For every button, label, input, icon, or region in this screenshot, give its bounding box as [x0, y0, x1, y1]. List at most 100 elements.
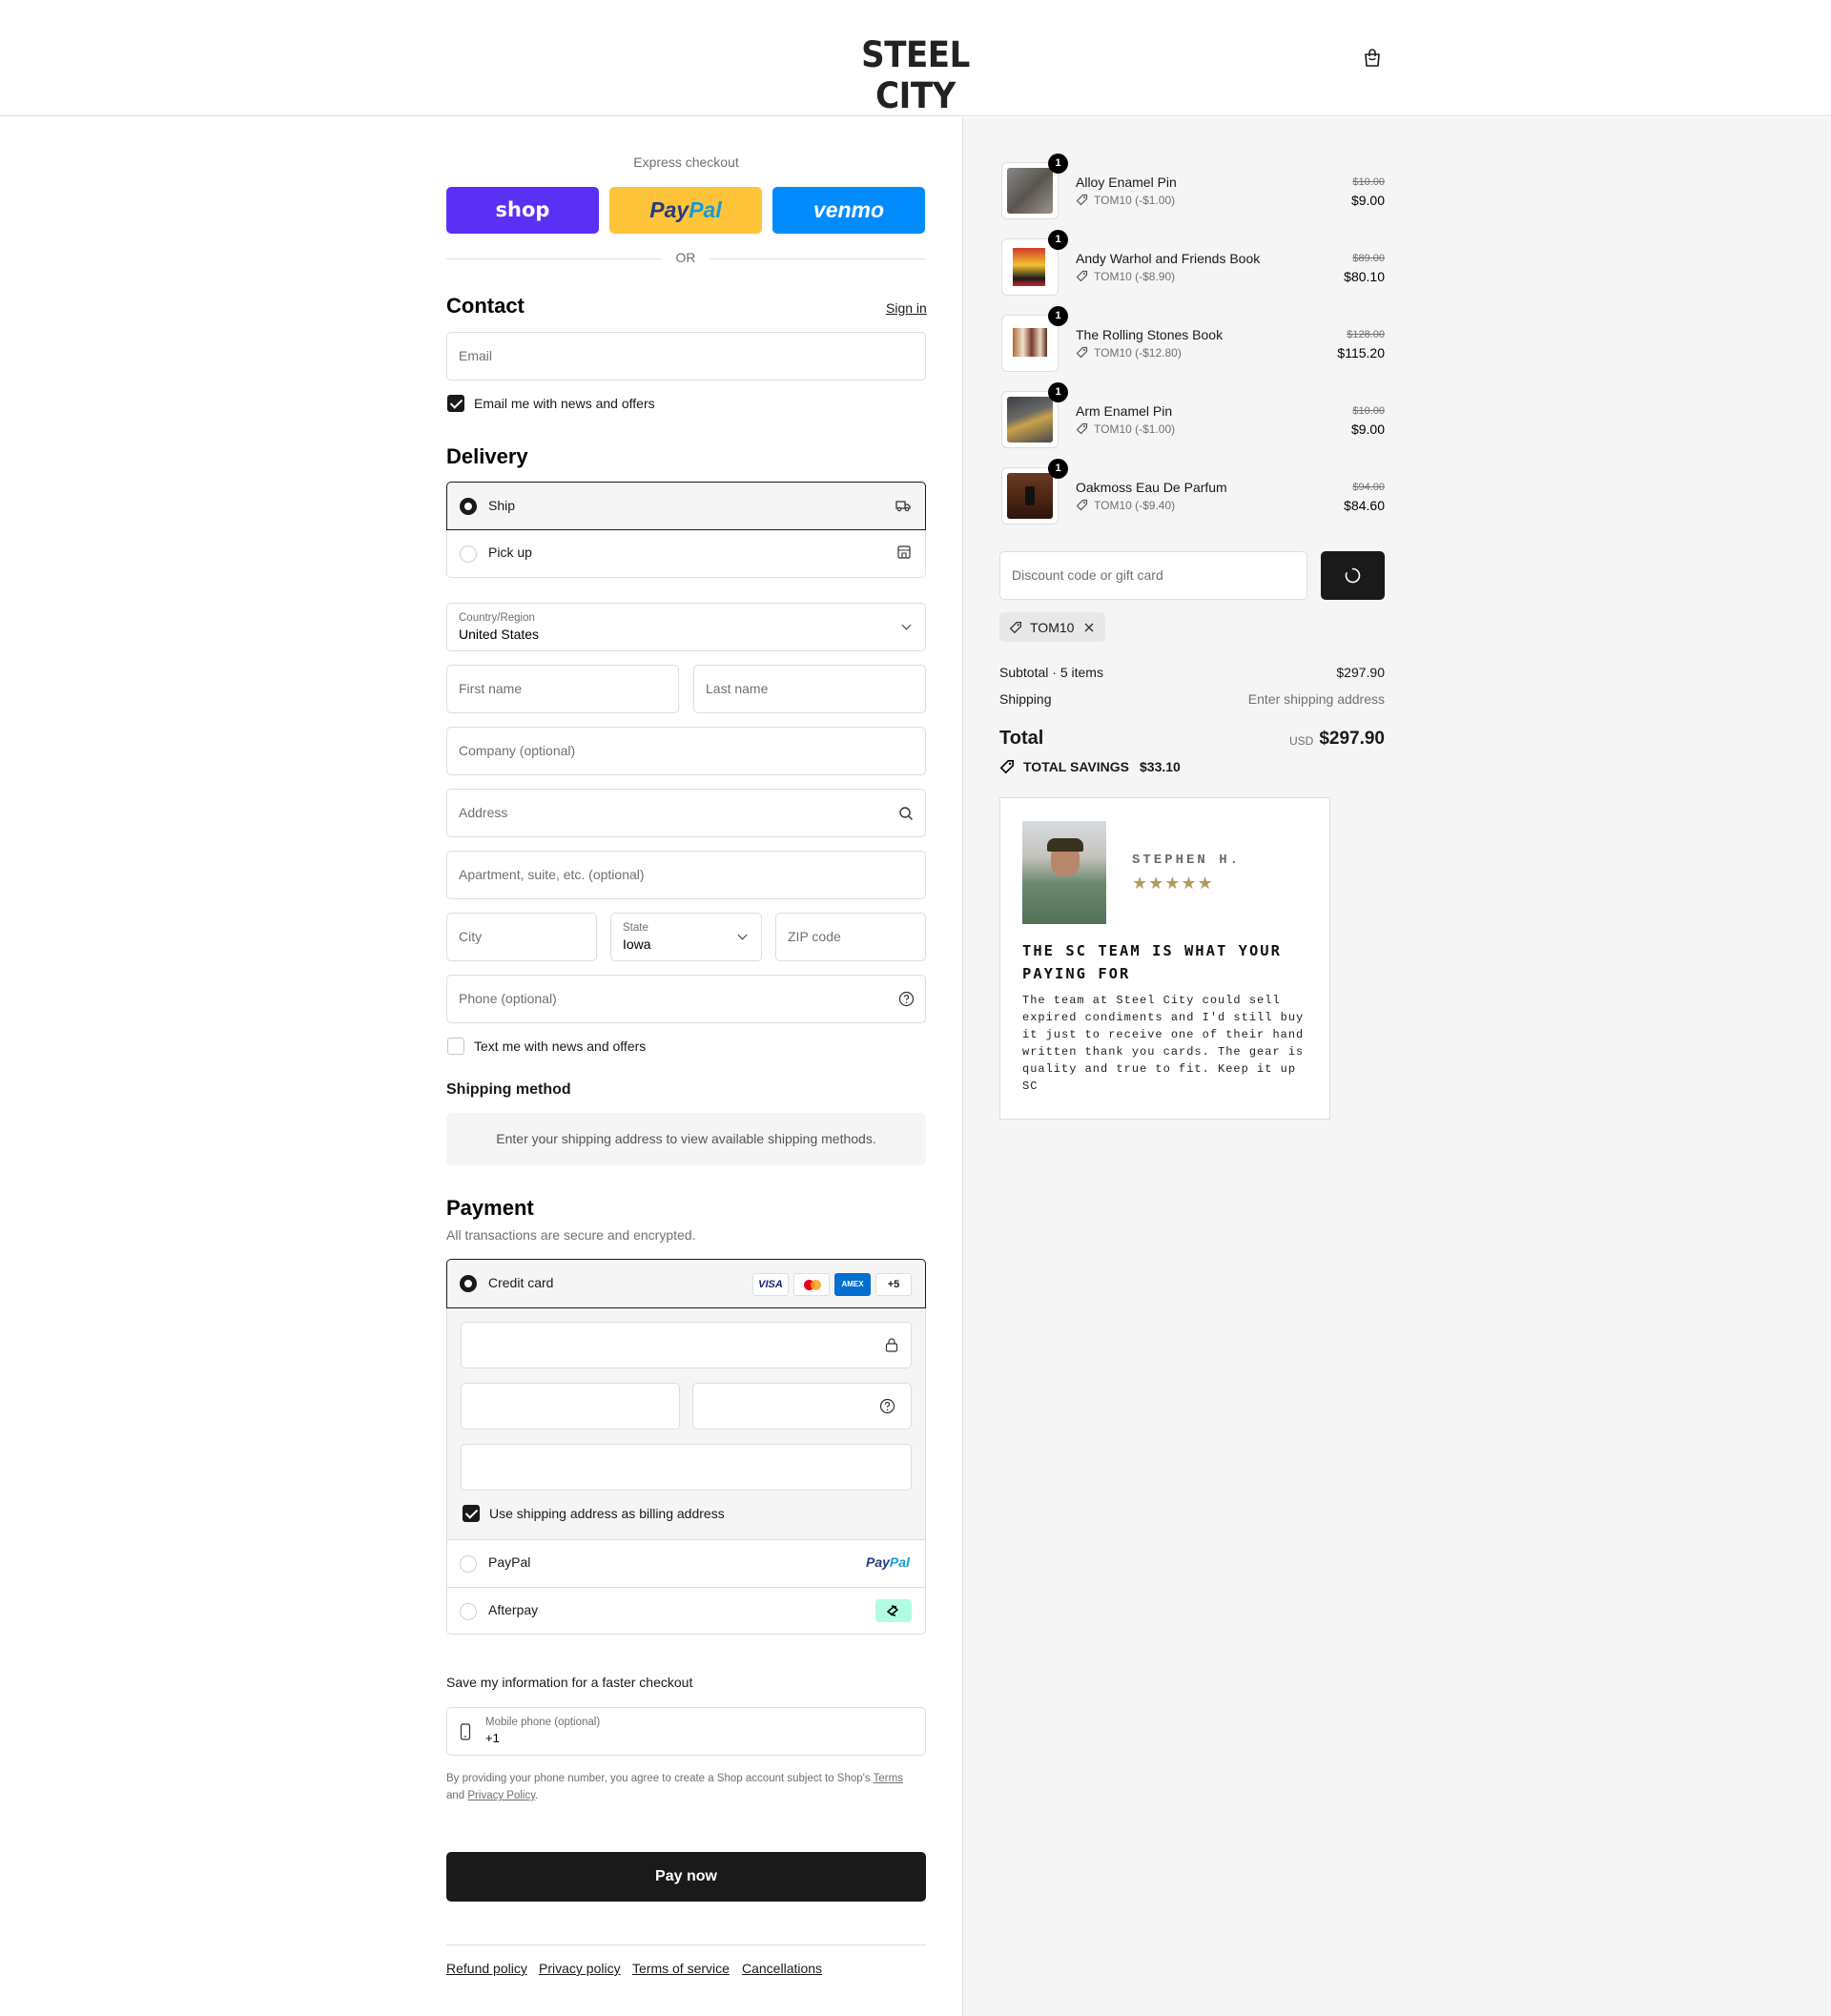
- product-thumbnail: 1: [1001, 230, 1068, 296]
- shipping-method-message: Enter your shipping address to view avai…: [446, 1113, 926, 1165]
- apartment-placeholder: Apartment, suite, etc. (optional): [459, 867, 645, 882]
- divider-right: [710, 258, 926, 259]
- apartment-input[interactable]: Apartment, suite, etc. (optional): [446, 851, 926, 899]
- state-value: Iowa: [623, 936, 651, 952]
- product-discount: TOM10 (-$1.00): [1094, 194, 1176, 207]
- store-logo[interactable]: STEEL CITY: [834, 34, 996, 116]
- afterpay-option[interactable]: Afterpay: [446, 1587, 926, 1635]
- state-select[interactable]: State Iowa: [610, 913, 762, 961]
- lock-icon: [885, 1338, 898, 1352]
- discount-tag-icon: [1076, 422, 1088, 435]
- terms-link[interactable]: Terms: [874, 1773, 903, 1784]
- close-icon[interactable]: [1083, 622, 1095, 633]
- applied-code-label: TOM10: [1030, 620, 1075, 635]
- express-checkout-title: Express checkout: [633, 154, 739, 170]
- expiration-input[interactable]: [461, 1383, 680, 1430]
- venmo-button[interactable]: venmo: [772, 187, 925, 234]
- afterpay-radio[interactable]: [460, 1603, 477, 1620]
- afterpay-icon: [875, 1599, 912, 1622]
- email-news-checkbox[interactable]: [447, 395, 464, 412]
- product-image: [1007, 473, 1053, 519]
- quantity-badge: 1: [1048, 306, 1068, 326]
- ship-option[interactable]: Ship: [446, 482, 926, 530]
- review-stars: ★★★★★: [1132, 874, 1214, 893]
- credit-card-option[interactable]: Credit card VISA AMEX +5: [446, 1259, 926, 1308]
- chevron-down-icon: [737, 930, 748, 940]
- total-value: $297.90: [1319, 729, 1385, 749]
- product-image: [1007, 244, 1053, 290]
- first-name-placeholder: First name: [459, 681, 523, 696]
- zip-input[interactable]: ZIP code: [775, 913, 926, 961]
- cancellations-link[interactable]: Cancellations: [742, 1961, 822, 1976]
- reviewer-name: STEPHEN H.: [1132, 853, 1242, 868]
- help-icon[interactable]: [898, 991, 915, 1007]
- company-input[interactable]: Company (optional): [446, 727, 926, 775]
- discount-tag-icon: [1009, 621, 1022, 634]
- paypal-radio[interactable]: [460, 1555, 477, 1573]
- payment-title: Payment: [446, 1196, 534, 1220]
- mobile-phone-input[interactable]: Mobile phone (optional) +1: [446, 1707, 926, 1756]
- mobile-phone-icon: [460, 1723, 471, 1740]
- discounted-price: $84.60: [1344, 498, 1385, 513]
- savings-tag-icon: [999, 760, 1014, 774]
- first-name-input[interactable]: First name: [446, 665, 679, 713]
- product-image: [1007, 397, 1053, 442]
- card-number-input[interactable]: [461, 1322, 912, 1368]
- sign-in-link[interactable]: Sign in: [886, 300, 927, 316]
- name-on-card-input[interactable]: [461, 1444, 912, 1491]
- chevron-down-icon: [901, 620, 912, 630]
- shop-pay-button[interactable]: shop: [446, 187, 599, 234]
- amex-icon: AMEX: [834, 1273, 871, 1296]
- total-savings-value: $33.10: [1140, 759, 1181, 774]
- visa-label: VISA: [758, 1279, 783, 1290]
- phone-input[interactable]: Phone (optional): [446, 975, 926, 1023]
- country-label: Country/Region: [459, 612, 535, 624]
- product-image: [1007, 320, 1053, 366]
- afterpay-label: Afterpay: [488, 1602, 539, 1617]
- discount-tag-icon: [1076, 270, 1088, 282]
- privacy-policy-link[interactable]: Privacy Policy: [467, 1790, 535, 1801]
- subtotal-value: $297.90: [1336, 665, 1385, 680]
- or-divider: OR: [675, 250, 696, 265]
- zip-placeholder: ZIP code: [788, 929, 841, 944]
- pickup-option[interactable]: Pick up: [446, 530, 926, 578]
- ship-radio[interactable]: [460, 498, 477, 515]
- terms-of-service-link[interactable]: Terms of service: [632, 1961, 730, 1976]
- discount-tag-icon: [1076, 499, 1088, 511]
- mobile-phone-label: Mobile phone (optional): [485, 1717, 601, 1728]
- text-news-checkbox[interactable]: [447, 1038, 464, 1055]
- security-code-input[interactable]: [692, 1383, 912, 1430]
- quantity-badge: 1: [1048, 459, 1068, 479]
- mobile-phone-value: +1: [485, 1731, 500, 1745]
- address-input[interactable]: Address: [446, 789, 926, 837]
- shipping-label: Shipping: [999, 691, 1052, 707]
- phone-placeholder: Phone (optional): [459, 991, 557, 1006]
- address-placeholder: Address: [459, 805, 508, 820]
- discount-tag-icon: [1076, 194, 1088, 206]
- text-news-label: Text me with news and offers: [474, 1039, 647, 1054]
- ship-label: Ship: [488, 498, 516, 513]
- company-placeholder: Company (optional): [459, 743, 576, 758]
- city-input[interactable]: City: [446, 913, 597, 961]
- shopping-bag-icon[interactable]: [1362, 48, 1383, 69]
- applied-discount-chip: TOM10: [999, 612, 1105, 642]
- help-icon[interactable]: [879, 1398, 895, 1414]
- total-label: Total: [999, 728, 1044, 749]
- discount-code-input[interactable]: Discount code or gift card: [999, 551, 1307, 600]
- apply-discount-button[interactable]: [1321, 551, 1385, 600]
- product-discount: TOM10 (-$12.80): [1094, 346, 1182, 360]
- email-input[interactable]: Email: [446, 332, 926, 381]
- country-select[interactable]: Country/Region United States: [446, 603, 926, 651]
- product-thumbnail: 1: [1001, 382, 1068, 448]
- original-price: $10.00: [1352, 176, 1385, 188]
- last-name-input[interactable]: Last name: [693, 665, 926, 713]
- credit-card-radio[interactable]: [460, 1275, 477, 1292]
- privacy-policy-footer-link[interactable]: Privacy policy: [539, 1961, 621, 1976]
- pickup-radio[interactable]: [460, 545, 477, 563]
- delivery-title: Delivery: [446, 444, 528, 468]
- refund-policy-link[interactable]: Refund policy: [446, 1961, 527, 1976]
- paypal-option[interactable]: PayPal PayPal: [446, 1539, 926, 1587]
- billing-same-checkbox[interactable]: [463, 1505, 480, 1522]
- pay-now-button[interactable]: Pay now: [446, 1852, 926, 1902]
- paypal-express-button[interactable]: PayPal: [609, 187, 762, 234]
